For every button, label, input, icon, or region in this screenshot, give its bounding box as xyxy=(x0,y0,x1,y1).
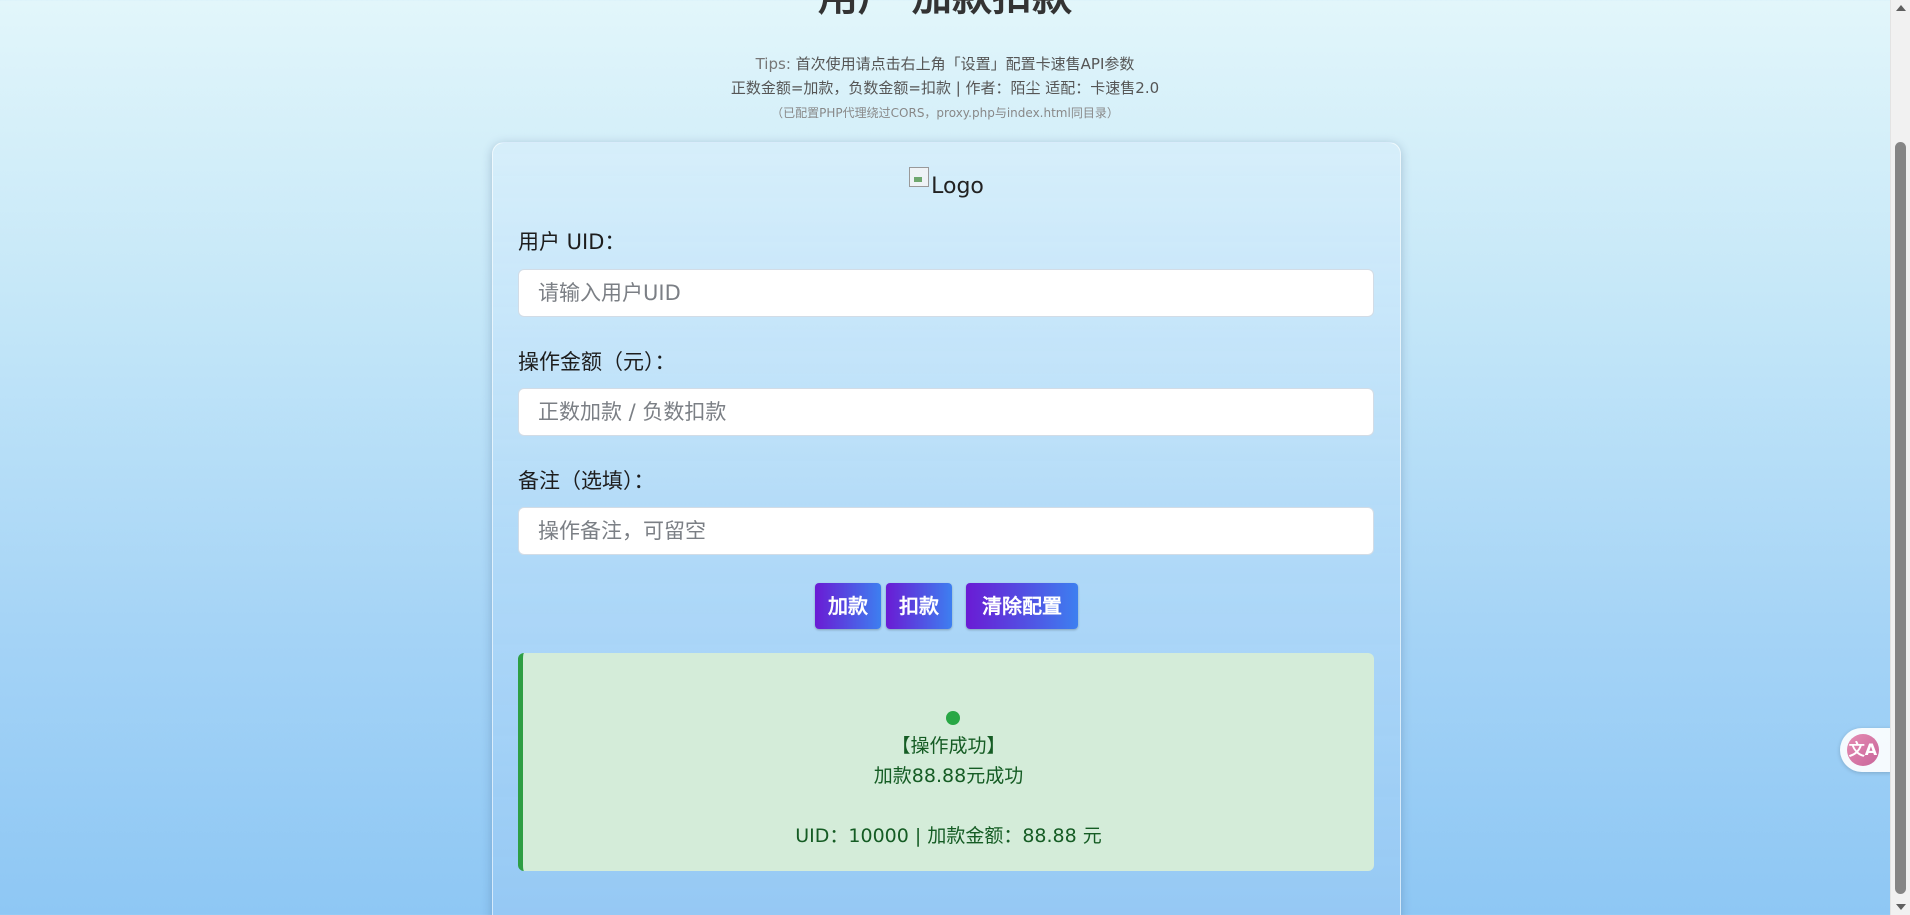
tips-line: Tips: 首次使用请点击右上角「设置」配置卡速售API参数 xyxy=(0,54,1890,74)
tips-label: Tips: xyxy=(755,55,791,73)
amount-input[interactable] xyxy=(518,388,1374,436)
clear-config-button[interactable]: 清除配置 xyxy=(966,583,1078,629)
page-title: 用户 加款扣款 xyxy=(0,0,1890,22)
vertical-scrollbar[interactable] xyxy=(1890,0,1910,915)
result-panel: 【操作成功】 加款88.88元成功 UID：10000 | 加款金额：88.88… xyxy=(518,653,1374,871)
remark-input[interactable] xyxy=(518,507,1374,555)
scroll-down-arrow-icon[interactable] xyxy=(1896,904,1906,910)
success-dot-icon xyxy=(946,711,960,725)
result-detail: UID：10000 | 加款金额：88.88 元 xyxy=(795,825,1102,847)
scrollbar-thumb[interactable] xyxy=(1895,142,1906,894)
result-title: 【操作成功】 xyxy=(891,735,1006,757)
translate-icon: 文A xyxy=(1847,734,1879,766)
info-line: 正数金额=加款，负数金额=扣款 | 作者：陌尘 适配：卡速售2.0 xyxy=(730,79,1160,97)
uid-input[interactable] xyxy=(518,269,1374,317)
remark-label: 备注（选填）： xyxy=(518,469,655,493)
broken-image-icon xyxy=(909,167,930,187)
action-buttons: 加款 扣款 清除配置 xyxy=(493,583,1400,629)
proxy-note: （已配置PHP代理绕过CORS，proxy.php与index.html同目录） xyxy=(771,106,1119,120)
uid-label: 用户 UID： xyxy=(518,230,626,254)
logo-alt-text: Logo xyxy=(931,174,984,199)
deduct-funds-button[interactable]: 扣款 xyxy=(886,583,952,629)
translate-button[interactable]: 文A xyxy=(1840,728,1892,772)
logo: Logo xyxy=(493,167,1400,202)
operation-card: Logo 用户 UID： 操作金额（元）： 备注（选填）： 加款 扣款 清除配置… xyxy=(492,142,1401,915)
add-funds-button[interactable]: 加款 xyxy=(815,583,881,629)
amount-label: 操作金额（元）： xyxy=(518,350,676,374)
scroll-up-arrow-icon[interactable] xyxy=(1896,5,1906,11)
tips-text: 首次使用请点击右上角「设置」配置卡速售API参数 xyxy=(795,55,1135,73)
result-message: 加款88.88元成功 xyxy=(873,765,1024,787)
